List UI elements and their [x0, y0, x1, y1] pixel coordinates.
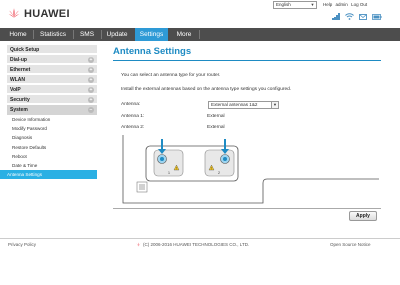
- antenna-label: Antenna:: [121, 102, 141, 107]
- sidebar-item-security[interactable]: Security +: [7, 95, 97, 105]
- expand-icon[interactable]: +: [88, 77, 94, 83]
- status-icons: [332, 13, 382, 20]
- antenna1-label: Antenna 1:: [121, 114, 145, 119]
- sidebar-item-dial-up[interactable]: Dial-up +: [7, 55, 97, 65]
- sidebar-item-label: Dial-up: [10, 57, 27, 63]
- privacy-policy-link[interactable]: Privacy Policy: [8, 242, 36, 247]
- sidebar-item-ethernet[interactable]: Ethernet +: [7, 65, 97, 75]
- svg-text:!: !: [211, 166, 212, 170]
- antenna2-label: Antenna 2:: [121, 125, 145, 130]
- description-install: Install the external antennas based on t…: [121, 87, 292, 92]
- sidebar-item-wlan[interactable]: WLAN +: [7, 75, 97, 85]
- top-bar: HUAWEI English ▼ Help admin Log Out: [0, 0, 400, 28]
- language-value: English: [276, 2, 291, 7]
- tab-statistics[interactable]: Statistics: [36, 28, 70, 41]
- logout-link[interactable]: Log Out: [351, 2, 367, 7]
- apply-button[interactable]: Apply: [349, 211, 377, 221]
- huawei-flower-icon: [8, 8, 20, 18]
- expand-icon[interactable]: +: [88, 97, 94, 103]
- main-nav: Home Statistics SMS Update Settings More: [0, 28, 400, 41]
- wifi-icon: [345, 13, 355, 20]
- sidebar-item-system[interactable]: System −: [7, 105, 97, 115]
- sidebar-item-label: System: [10, 107, 28, 113]
- sidebar-subitem-modify-password[interactable]: Modify Password: [7, 124, 97, 133]
- sidebar-item-label: Security: [10, 97, 30, 103]
- sidebar-subitem-date-time[interactable]: Date & Time: [7, 161, 97, 170]
- svg-text:!: !: [176, 166, 177, 170]
- sidebar-item-voip[interactable]: VoIP +: [7, 85, 97, 95]
- nav-divider: [33, 30, 34, 39]
- sidebar-item-quick-setup[interactable]: Quick Setup: [7, 45, 97, 55]
- brand-name: HUAWEI: [24, 8, 70, 20]
- tab-home[interactable]: Home: [5, 28, 31, 41]
- open-source-notice-link[interactable]: Open Source Notice: [330, 242, 371, 247]
- antenna2-value: External: [207, 125, 225, 130]
- sidebar-item-label: WLAN: [10, 77, 25, 83]
- language-select[interactable]: English ▼: [273, 1, 317, 9]
- sidebar-item-label: VoIP: [10, 87, 21, 93]
- description-select-type: You can select an antenna type for your …: [121, 73, 221, 78]
- sidebar-subitem-antenna-settings[interactable]: Antenna Settings: [0, 170, 97, 180]
- help-link[interactable]: Help: [323, 2, 332, 7]
- antenna-port-2-icon: ! 2: [204, 139, 235, 177]
- sidebar: Quick Setup Dial-up + Ethernet + WLAN + …: [0, 45, 97, 180]
- chevron-down-icon: ▼: [310, 2, 315, 7]
- tab-sms[interactable]: SMS: [76, 28, 98, 41]
- battery-icon: [372, 14, 382, 20]
- signal-strength-icon: [332, 13, 340, 20]
- sidebar-item-label: Ethernet: [10, 67, 31, 73]
- huawei-flower-icon: [136, 242, 141, 247]
- tab-more[interactable]: More: [170, 28, 198, 41]
- sidebar-subitem-reboot[interactable]: Reboot: [7, 152, 97, 161]
- antenna-type-select[interactable]: External antennas 1&2 ▼: [208, 101, 279, 109]
- nav-divider: [73, 30, 74, 39]
- sidebar-subitem-device-information[interactable]: Device Information: [7, 115, 97, 124]
- message-icon[interactable]: [359, 14, 368, 20]
- nav-divider: [199, 30, 200, 39]
- antenna1-value: External: [207, 114, 225, 119]
- page-title: Antenna Settings: [113, 46, 192, 57]
- vent-icon: [136, 181, 148, 193]
- sidebar-item-label: Quick Setup: [10, 47, 40, 53]
- chevron-down-icon: ▼: [271, 102, 278, 108]
- port-2-label: 2: [218, 171, 220, 175]
- port-1-label: 1: [168, 171, 170, 175]
- antenna-port-1-icon: ! 1: [153, 139, 184, 177]
- copyright: (C) 2006-2016 HUAWEI TECHNOLOGIES CO., L…: [136, 242, 249, 247]
- expand-icon[interactable]: +: [88, 57, 94, 63]
- tab-update[interactable]: Update: [104, 28, 130, 41]
- antenna-type-value: External antennas 1&2: [211, 102, 258, 107]
- nav-divider: [101, 30, 102, 39]
- copyright-text: (C) 2006-2016 HUAWEI TECHNOLOGIES CO., L…: [143, 242, 250, 247]
- sidebar-subitem-diagnosis[interactable]: Diagnosis: [7, 133, 97, 142]
- system-submenu: Device Information Modify Password Diagn…: [0, 115, 97, 180]
- top-links: Help admin Log Out: [323, 2, 369, 7]
- title-divider: [113, 60, 381, 61]
- main-content: Antenna Settings You can select an anten…: [113, 45, 381, 221]
- current-user: admin: [335, 2, 348, 7]
- content-divider: [113, 208, 381, 209]
- sidebar-subitem-restore-defaults[interactable]: Restore Defaults: [7, 143, 97, 152]
- expand-icon[interactable]: +: [88, 67, 94, 73]
- footer: Privacy Policy (C) 2006-2016 HUAWEI TECH…: [0, 238, 400, 248]
- router-antenna-diagram: ! 1 ! 2: [122, 135, 379, 204]
- collapse-icon[interactable]: −: [88, 107, 94, 113]
- tab-settings[interactable]: Settings: [135, 28, 168, 41]
- expand-icon[interactable]: +: [88, 87, 94, 93]
